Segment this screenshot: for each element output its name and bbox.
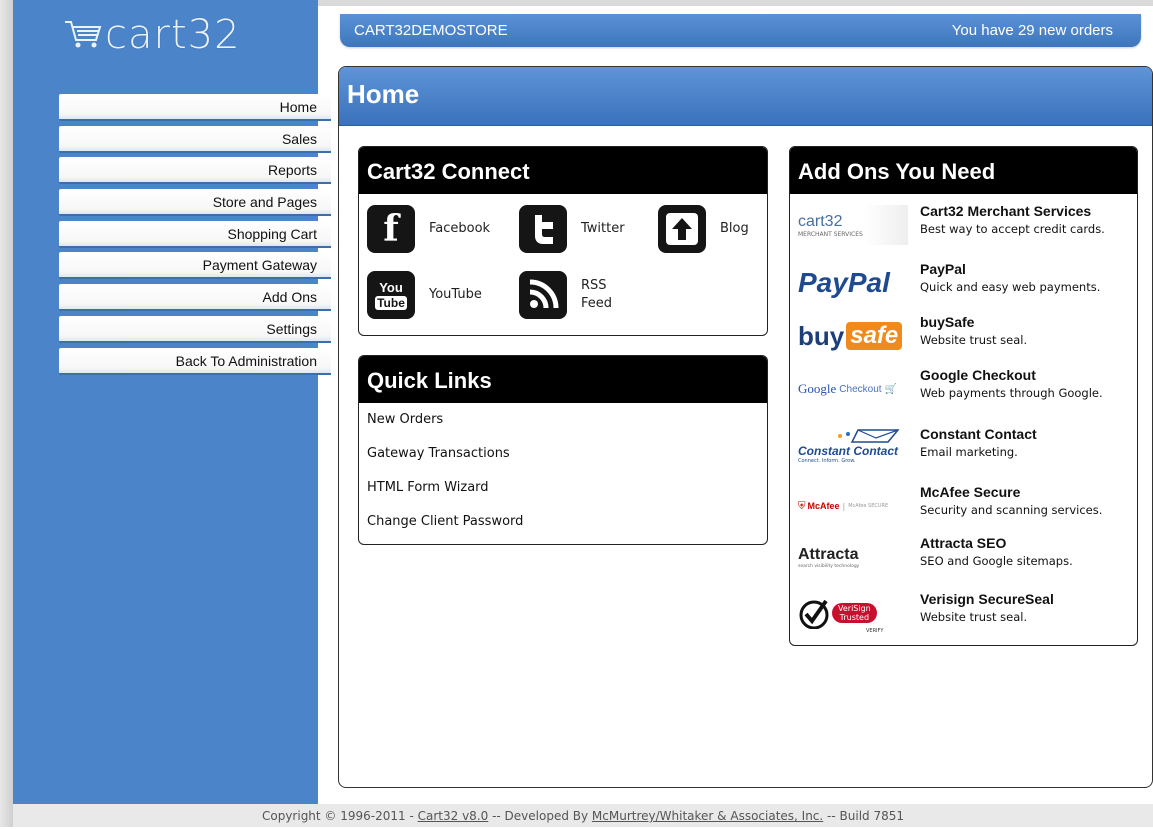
addon-name: Verisign SecureSeal [920,591,1054,607]
store-name: CART32DEMOSTORE [354,22,508,39]
copyright-text: Copyright © 1996-2011 - [261,809,418,823]
youtube-link[interactable]: You Tube YouTube [367,271,482,319]
sidebar: cart32 Home Sales Reports Store and Page… [13,0,331,804]
paypal-logo: PayPal [798,267,890,298]
addon-name: Constant Contact [920,426,1037,442]
addon-name: Attracta SEO [920,535,1007,551]
quick-link-change-client-password[interactable]: Change Client Password [359,505,767,539]
add-ons-title: Add Ons You Need [790,147,1137,194]
addon-constant-contact[interactable]: Constant Contact Connect. Inform. Grow. … [790,422,1137,480]
google-checkout-logo: Google Checkout 🛒 [798,381,897,396]
cart-icon: 🛒 [884,383,897,395]
version-link[interactable]: Cart32 v8.0 [418,809,489,823]
logo-text: cart32 [105,12,241,58]
addon-desc: Quick and easy web payments. [920,280,1101,294]
addon-desc: SEO and Google sitemaps. [920,554,1073,568]
facebook-icon: f [367,205,415,253]
twitter-link[interactable]: Twitter [519,205,625,253]
sidebar-item-reports[interactable]: Reports [59,157,331,185]
addon-name: Cart32 Merchant Services [920,203,1092,219]
add-ons-box: Add Ons You Need cart32 MERCHANT SERVICE… [789,146,1138,646]
envelope-icon [838,429,900,443]
quick-link-gateway-transactions[interactable]: Gateway Transactions [359,437,767,471]
blog-link[interactable]: Blog [658,205,749,253]
frame-left-edge [0,0,13,827]
page-title: Home [347,79,420,109]
addon-paypal[interactable]: PayPal PayPal Quick and easy web payment… [790,257,1137,315]
sidebar-item-payment-gateway[interactable]: Payment Gateway [59,252,331,280]
sidebar-item-store-and-pages[interactable]: Store and Pages [59,189,331,217]
blog-label: Blog [720,221,749,236]
build-text: -- Build 7851 [823,809,904,823]
youtube-icon: You Tube [367,271,415,319]
facebook-label: Facebook [429,221,491,236]
twitter-icon [519,205,567,253]
rss-label-line2: Feed [581,296,613,311]
sidebar-nav: Home Sales Reports Store and Pages Shopp… [59,94,331,379]
addon-desc: Security and scanning services. [920,503,1103,517]
main-header: Home [339,67,1152,126]
addon-desc: Website trust seal. [920,333,1028,347]
rss-icon [519,271,567,319]
shopping-cart-icon [63,14,103,48]
addon-desc: Website trust seal. [920,610,1028,624]
addon-desc: Web payments through Google. [920,386,1103,400]
store-header-bar: CART32DEMOSTORE You have 29 new orders [340,14,1141,47]
addon-google-checkout[interactable]: Google Checkout 🛒 Google Checkout Web pa… [790,363,1137,421]
addon-name: McAfee Secure [920,484,1021,500]
sidebar-item-home[interactable]: Home [59,94,331,121]
sidebar-item-back-to-administration[interactable]: Back To Administration [59,347,331,375]
cart32-logo[interactable]: cart32 [63,12,241,58]
quick-link-html-form-wizard[interactable]: HTML Form Wizard [359,471,767,505]
sidebar-item-sales[interactable]: Sales [59,125,331,153]
main-panel: Home Cart32 Connect f Facebook Twitter B… [338,66,1153,788]
addon-name: buySafe [920,314,975,330]
cart32-connect-box: Cart32 Connect f Facebook Twitter Blog Y… [358,146,768,336]
addon-attracta-seo[interactable]: Attracta search visibility technology At… [790,531,1137,589]
facebook-link[interactable]: f Facebook [367,205,490,253]
checkmark-seal-icon [799,599,829,629]
sidebar-item-shopping-cart[interactable]: Shopping Cart [59,220,331,248]
addon-name: Google Checkout [920,367,1036,383]
footer-middle-text: -- Developed By [488,809,592,823]
addon-mcafee-secure[interactable]: ⛨ McAfee | McAfee SECURE McAfee Secure S… [790,480,1137,538]
mcafee-shield-icon: ⛨ [798,500,806,512]
twitter-label: Twitter [581,221,625,236]
quick-link-new-orders[interactable]: New Orders [359,403,767,437]
rss-feed-link[interactable]: RSS Feed [519,271,612,319]
buysafe-logo: buy safe [798,316,908,356]
addon-desc: Email marketing. [920,445,1018,459]
connect-title: Cart32 Connect [359,147,767,194]
developer-link[interactable]: McMurtrey/Whitaker & Associates, Inc. [592,809,823,823]
quick-links-box: Quick Links New Orders Gateway Transacti… [358,355,768,545]
sidebar-item-settings[interactable]: Settings [59,315,331,343]
cart32-merchant-logo: cart32 MERCHANT SERVICES [798,205,908,245]
footer: Copyright © 1996-2011 - Cart32 v8.0 -- D… [13,804,1153,827]
addon-cart32-merchant-services[interactable]: cart32 MERCHANT SERVICES Cart32 Merchant… [790,199,1137,257]
addon-verisign-secureseal[interactable]: VeriSign Trusted VERIFY Verisign SecureS… [790,587,1137,645]
quick-links-title: Quick Links [359,356,767,403]
mcafee-logo: ⛨ McAfee | McAfee SECURE [798,500,889,512]
sidebar-item-add-ons[interactable]: Add Ons [59,284,331,312]
new-orders-notice[interactable]: You have 29 new orders [952,22,1113,39]
verisign-seal-logo: VeriSign Trusted VERIFY [798,589,908,637]
addon-name: PayPal [920,261,966,277]
addon-buysafe[interactable]: buy safe buySafe Website trust seal. [790,310,1137,368]
youtube-label: YouTube [429,287,482,302]
blog-up-arrow-icon [658,205,706,253]
rss-label-line1: RSS [581,278,607,293]
attracta-logo: Attracta search visibility technology [798,545,860,569]
constant-contact-logo: Constant Contact Connect. Inform. Grow. [798,428,908,468]
addon-desc: Best way to accept credit cards. [920,222,1105,236]
rss-feed-label: RSS Feed [581,277,612,313]
